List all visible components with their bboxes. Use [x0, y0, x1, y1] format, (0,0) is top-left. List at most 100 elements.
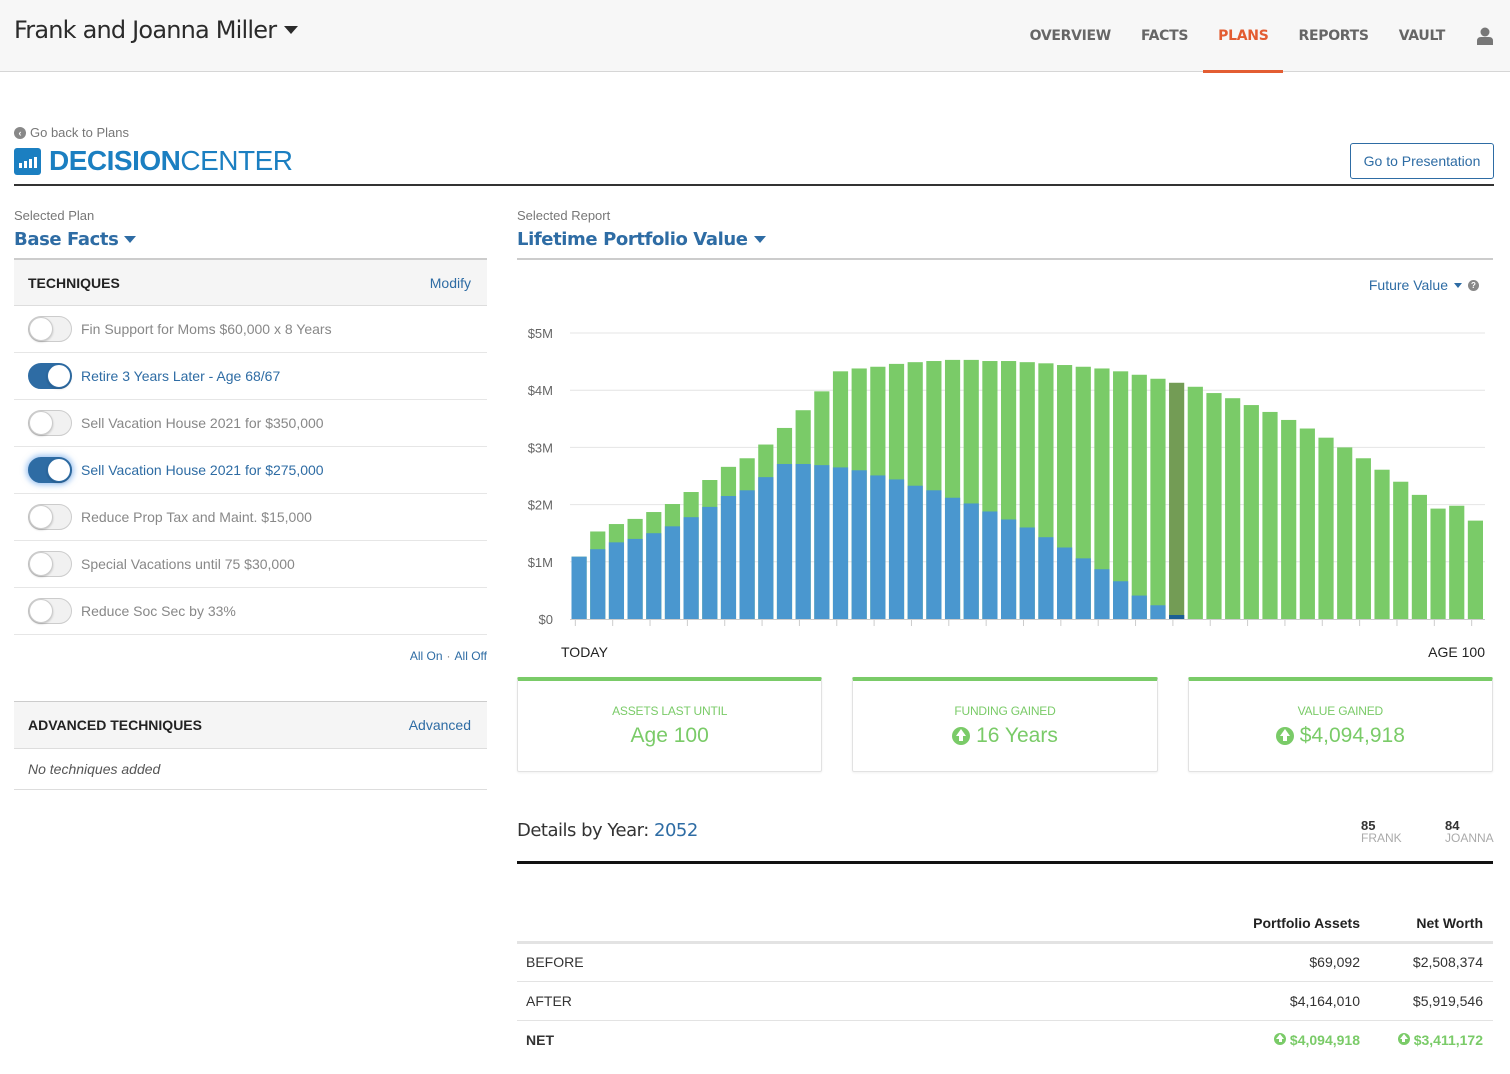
- plan-selected-value: Base Facts: [14, 229, 119, 250]
- toggle-knob: [29, 505, 53, 529]
- technique-toggle[interactable]: [28, 504, 72, 530]
- bar-before: [664, 526, 681, 619]
- nav-vault[interactable]: VAULT: [1384, 0, 1460, 72]
- decision-center-title: DECISIONCENTER: [49, 145, 293, 177]
- y-tick-label: $2M: [528, 498, 553, 513]
- bar-before: [944, 497, 961, 619]
- all-off-link[interactable]: All Off: [455, 649, 487, 663]
- advanced-techniques-header: ADVANCED TECHNIQUES Advanced: [14, 701, 487, 749]
- selected-report-label: Selected Report: [517, 208, 611, 223]
- bar-before: [702, 506, 718, 619]
- card-label: VALUE GAINED: [1297, 704, 1384, 718]
- bar-before: [1113, 581, 1129, 619]
- bar-before: [1094, 569, 1110, 619]
- advanced-techniques-title: ADVANCED TECHNIQUES: [28, 717, 202, 733]
- net-worth-cell: $5,919,546: [1370, 981, 1493, 1021]
- technique-toggle[interactable]: [28, 551, 72, 577]
- go-back-link[interactable]: ‹ Go back to Plans: [14, 125, 129, 140]
- bar-before: [907, 485, 923, 619]
- nav-plans[interactable]: PLANS: [1203, 0, 1284, 73]
- card-value: 16 Years: [952, 724, 1058, 748]
- bar-before: [1075, 558, 1091, 619]
- bar-after: [1281, 419, 1297, 619]
- user-menu-button[interactable]: [1460, 0, 1510, 72]
- card-value-gained: VALUE GAINED $4,094,918: [1187, 677, 1493, 772]
- technique-toggle[interactable]: [28, 457, 72, 483]
- nav-facts[interactable]: FACTS: [1126, 0, 1203, 72]
- main-nav: OVERVIEW FACTS PLANS REPORTS VAULT: [1015, 0, 1510, 73]
- plan-selector[interactable]: Base Facts: [14, 229, 487, 250]
- bar-after: [1430, 508, 1446, 619]
- separator-dot: ·: [446, 649, 451, 663]
- toggle-knob: [47, 364, 71, 388]
- go-to-presentation-button[interactable]: Go to Presentation: [1350, 143, 1494, 179]
- toggle-knob: [29, 552, 53, 576]
- toggle-knob: [29, 317, 53, 341]
- report-selected-value: Lifetime Portfolio Value: [517, 229, 748, 250]
- caret-down-icon: [753, 236, 766, 243]
- bar-before: [590, 549, 606, 619]
- bar-before: [1169, 614, 1185, 619]
- card-value: Age 100: [631, 724, 709, 748]
- bar-before: [646, 533, 662, 619]
- y-tick-label: $3M: [528, 440, 553, 455]
- bar-before: [571, 556, 587, 619]
- chart-svg: $0 $1M $2M $3M $4M $5M: [528, 326, 1485, 627]
- bar-before: [1131, 595, 1147, 619]
- report-divider: [517, 258, 1493, 260]
- arrow-up-circle-icon: [1274, 1032, 1287, 1045]
- bar-after: [1131, 374, 1147, 619]
- details-table: Portfolio Assets Net Worth BEFORE $69,09…: [517, 905, 1493, 1059]
- net-worth-cell: $2,508,374: [1370, 942, 1493, 982]
- techniques-header: TECHNIQUES Modify: [14, 258, 487, 306]
- value-mode-selector[interactable]: Future Value ?: [1369, 277, 1479, 293]
- bar-before: [739, 490, 755, 619]
- card-value-text: Age 100: [630, 724, 709, 747]
- report-selector[interactable]: Lifetime Portfolio Value: [517, 229, 1493, 250]
- nav-overview[interactable]: OVERVIEW: [1015, 0, 1126, 72]
- go-back-label: Go back to Plans: [30, 125, 129, 140]
- all-on-link[interactable]: All On: [410, 649, 443, 663]
- y-tick-label: $0: [539, 612, 553, 627]
- column-header-portfolio-assets: Portfolio Assets: [1170, 905, 1370, 944]
- bar-before: [627, 538, 643, 619]
- advanced-link[interactable]: Advanced: [409, 717, 471, 733]
- bar-after: [1467, 520, 1483, 619]
- bar-before: [608, 542, 625, 619]
- technique-item: Retire 3 Years Later - Age 68/67: [14, 353, 487, 400]
- bar-before: [683, 517, 699, 619]
- caret-down-icon: [1454, 282, 1462, 288]
- row-label: AFTER: [517, 981, 1170, 1021]
- person-name: JOANNA: [1445, 831, 1494, 845]
- technique-toggle[interactable]: [28, 598, 72, 624]
- arrow-up-circle-icon: [1275, 727, 1294, 745]
- table-row-net: NET $4,094,918 $3,411,172: [517, 1020, 1493, 1059]
- client-selector[interactable]: Frank and Joanna Miller: [14, 16, 299, 44]
- summary-cards: ASSETS LAST UNTIL Age 100 FUNDING GAINED…: [517, 677, 1493, 772]
- card-value-text: $4,094,918: [1299, 724, 1405, 747]
- technique-toggle[interactable]: [28, 410, 72, 436]
- technique-toggle[interactable]: [28, 316, 72, 342]
- technique-toggle[interactable]: [28, 363, 72, 389]
- portfolio-assets-cell: $4,094,918: [1170, 1020, 1370, 1059]
- bar-after: [1337, 447, 1353, 619]
- toggle-knob: [47, 458, 71, 482]
- modify-link[interactable]: Modify: [430, 275, 471, 291]
- card-value: $4,094,918: [1275, 724, 1405, 748]
- bar-after: [1411, 494, 1427, 619]
- help-icon[interactable]: ?: [1468, 279, 1479, 291]
- bar-after: [1449, 505, 1465, 619]
- card-label: ASSETS LAST UNTIL: [612, 704, 728, 718]
- bar-before: [870, 475, 886, 619]
- person-name: FRANK: [1361, 831, 1402, 845]
- bar-after: [1318, 437, 1334, 619]
- column-header: [517, 905, 1170, 944]
- nav-reports[interactable]: REPORTS: [1283, 0, 1383, 72]
- age-frank: 85 FRANK: [1361, 819, 1402, 845]
- details-year[interactable]: 2052: [654, 820, 698, 841]
- technique-item: Special Vacations until 75 $30,000: [14, 541, 487, 588]
- toggle-knob: [29, 411, 53, 435]
- net-worth-cell: $3,411,172: [1370, 1020, 1493, 1059]
- bar-after: [1150, 378, 1166, 619]
- selected-plan-label: Selected Plan: [14, 208, 95, 223]
